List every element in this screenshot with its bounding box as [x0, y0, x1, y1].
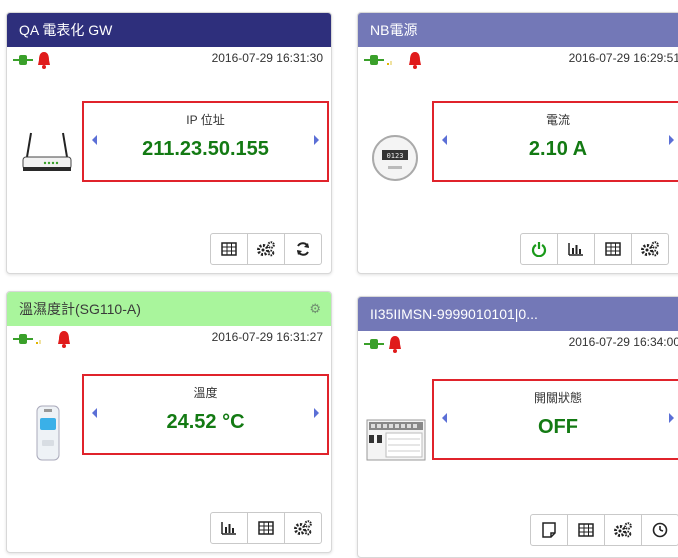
gears-icon	[641, 241, 659, 257]
next-arrow-icon[interactable]	[669, 135, 674, 145]
connection-plug-icon	[13, 334, 33, 344]
table-button[interactable]	[568, 515, 605, 545]
device-card-switch: II35IIMSN-9999010101|0... 2016-07-29 16:…	[357, 296, 678, 558]
bar-chart-icon	[568, 243, 583, 256]
table-button[interactable]	[248, 513, 285, 543]
status-row: 2016-07-29 16:31:30	[7, 47, 331, 73]
connection-plug-icon	[364, 55, 384, 65]
value-text: 211.23.50.155	[142, 138, 269, 160]
prev-arrow-icon[interactable]	[442, 135, 447, 145]
thermometer-image	[36, 405, 60, 461]
card-header[interactable]: NB電源	[358, 13, 678, 47]
value-label: 電流	[545, 113, 570, 127]
card-toolbar	[210, 233, 322, 265]
alarm-bell-icon[interactable]	[408, 51, 422, 69]
status-row: 2016-07-29 16:31:27	[7, 326, 331, 352]
alarm-bell-icon[interactable]	[37, 51, 51, 69]
value-label: 溫度	[193, 386, 218, 400]
table-icon	[258, 521, 274, 535]
table-button[interactable]	[595, 234, 632, 264]
alarm-bell-icon[interactable]	[388, 335, 402, 353]
value-text: OFF	[538, 416, 578, 438]
gears-icon	[294, 520, 312, 536]
prev-arrow-icon[interactable]	[92, 408, 97, 418]
alarm-bell-icon[interactable]	[57, 330, 71, 348]
value-label: IP 位址	[186, 113, 225, 127]
timestamp: 2016-07-29 16:29:51	[568, 51, 678, 65]
value-label: 開關狀態	[533, 391, 582, 405]
value-text: 2.10 A	[528, 138, 588, 160]
value-box: 電流 2.10 A	[432, 101, 678, 182]
header-gear-icon[interactable]: ⚙	[309, 292, 321, 326]
next-arrow-icon[interactable]	[314, 135, 319, 145]
meter-image: 0123	[372, 135, 418, 181]
connection-plug-icon	[364, 339, 384, 349]
value-box: 溫度 24.52 °C	[82, 374, 329, 455]
refresh-button[interactable]	[285, 234, 321, 264]
card-title: 溫濕度計(SG110-A)	[19, 301, 141, 317]
card-header[interactable]: II35IIMSN-9999010101|0...	[358, 297, 678, 331]
router-image	[22, 132, 72, 171]
table-icon	[605, 242, 621, 256]
card-title: NB電源	[370, 22, 418, 38]
status-row: 2016-07-29 16:29:51	[358, 47, 678, 73]
card-header[interactable]: 溫濕度計(SG110-A) ⚙	[7, 292, 331, 326]
chart-button[interactable]	[211, 513, 248, 543]
device-card-thermo: 溫濕度計(SG110-A) ⚙ 2016-07-29 16:31:27 溫度 2…	[6, 291, 332, 553]
status-row: 2016-07-29 16:34:00	[358, 331, 678, 357]
chart-button[interactable]	[558, 234, 595, 264]
settings-button[interactable]	[605, 515, 642, 545]
note-icon	[542, 522, 556, 538]
schedule-button[interactable]	[642, 515, 678, 545]
settings-button[interactable]	[285, 513, 321, 543]
next-arrow-icon[interactable]	[314, 408, 319, 418]
device-card-nb-power: NB電源 2016-07-29 16:29:51 0123 電流 2.10 A	[357, 12, 678, 274]
table-icon	[578, 523, 594, 537]
refresh-icon	[297, 242, 309, 256]
timestamp: 2016-07-29 16:34:00	[568, 335, 678, 349]
timestamp: 2016-07-29 16:31:30	[211, 51, 323, 65]
device-card-gw: QA 電表化 GW 2016-07-29 16:31:30 IP 位址 211.…	[6, 12, 332, 274]
prev-arrow-icon[interactable]	[92, 135, 97, 145]
card-toolbar	[210, 512, 322, 544]
signal-icon	[36, 340, 41, 344]
settings-button[interactable]	[248, 234, 285, 264]
gears-icon	[257, 241, 275, 257]
card-title: II35IIMSN-9999010101|0...	[370, 306, 538, 322]
gears-icon	[614, 522, 632, 538]
card-toolbar	[530, 514, 678, 546]
connection-plug-icon	[13, 55, 33, 65]
clock-icon	[652, 522, 668, 538]
table-icon	[221, 242, 237, 256]
value-box: IP 位址 211.23.50.155	[82, 101, 329, 182]
settings-button[interactable]	[632, 234, 668, 264]
next-arrow-icon[interactable]	[669, 413, 674, 423]
note-button[interactable]	[531, 515, 568, 545]
power-icon	[531, 242, 547, 257]
card-title: QA 電表化 GW	[19, 22, 113, 38]
bar-chart-icon	[221, 522, 236, 535]
switch-panel-image	[366, 419, 426, 461]
card-header[interactable]: QA 電表化 GW	[7, 13, 331, 47]
value-text: 24.52 °C	[166, 411, 245, 433]
card-toolbar	[520, 233, 669, 265]
timestamp: 2016-07-29 16:31:27	[211, 330, 323, 344]
power-button[interactable]	[521, 234, 558, 264]
prev-arrow-icon[interactable]	[442, 413, 447, 423]
value-box: 開關狀態 OFF	[432, 379, 678, 460]
signal-icon	[387, 61, 392, 65]
svg-text:0123: 0123	[387, 152, 404, 160]
table-button[interactable]	[211, 234, 248, 264]
